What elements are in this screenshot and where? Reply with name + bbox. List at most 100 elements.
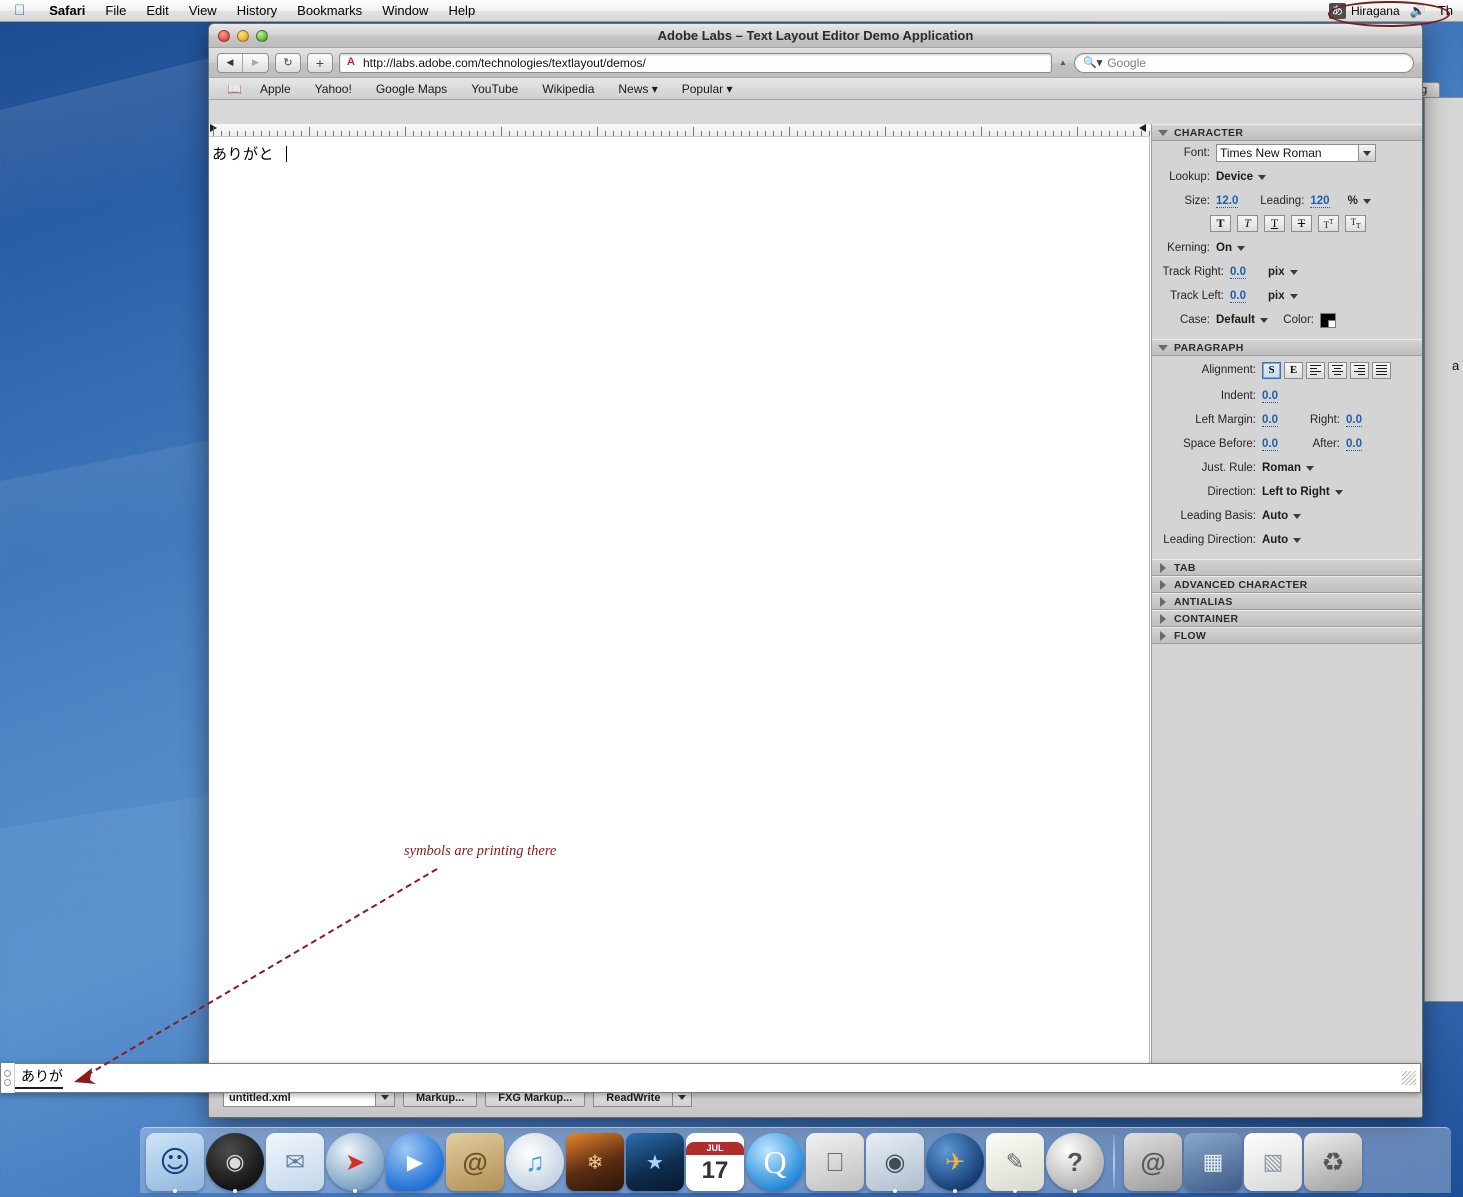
- book-icon[interactable]: 📖: [227, 82, 242, 96]
- plus-icon[interactable]: +: [307, 52, 333, 73]
- thunderbird-icon[interactable]: ✈: [926, 1133, 984, 1193]
- space-before-value[interactable]: 0.0: [1262, 438, 1278, 451]
- size-value[interactable]: 12.0: [1216, 195, 1239, 208]
- direction-value[interactable]: Left to Right: [1262, 486, 1330, 498]
- ichat-icon[interactable]: ▶: [386, 1133, 444, 1191]
- iphoto-icon[interactable]: ❄: [566, 1133, 624, 1191]
- menu-bar[interactable]:  Safari File Edit View History Bookmark…: [0, 0, 1463, 22]
- font-select[interactable]: Times New Roman: [1216, 144, 1376, 162]
- character-style-buttons[interactable]: T T T T TT TT: [1152, 213, 1422, 236]
- align-start-button[interactable]: S: [1262, 361, 1281, 379]
- bookmark-news[interactable]: News ▾: [606, 82, 669, 96]
- align-justify-button[interactable]: [1372, 361, 1391, 379]
- resize-grip-icon[interactable]: [1402, 1071, 1416, 1085]
- itunes-icon[interactable]: ♫: [506, 1133, 564, 1191]
- chevron-down-icon[interactable]: [1158, 129, 1168, 136]
- chevron-right-icon[interactable]: [1160, 613, 1166, 624]
- mail-stack-icon[interactable]: @: [1124, 1133, 1182, 1191]
- leading-basis-value[interactable]: Auto: [1262, 510, 1288, 522]
- chevron-down-icon[interactable]: [1289, 293, 1298, 299]
- bold-button[interactable]: T: [1210, 215, 1231, 232]
- right-margin-value[interactable]: 0.0: [1346, 414, 1362, 427]
- dock[interactable]: ☺ ◉ ✉ ➤ ▶ @ ♫ ❄ ★ JUL 17 Q  ◉ ✈ ✎ ?: [140, 1127, 1451, 1193]
- chevron-down-icon[interactable]: [1293, 537, 1302, 543]
- safari-window[interactable]: Adobe Labs – Text Layout Editor Demo App…: [208, 23, 1423, 1118]
- horizontal-ruler[interactable]: [209, 124, 1150, 137]
- ime-drag-handle[interactable]: [1, 1063, 15, 1093]
- ime-composition-bar[interactable]: ありが: [0, 1063, 1421, 1093]
- bookmarks-bar[interactable]: 📖 Apple Yahoo! Google Maps YouTube Wikip…: [209, 78, 1422, 100]
- system-preferences-icon[interactable]: : [806, 1133, 864, 1191]
- underline-button[interactable]: T: [1264, 215, 1285, 232]
- strikethrough-button[interactable]: T: [1291, 215, 1312, 232]
- menu-item-window[interactable]: Window: [372, 1, 438, 21]
- trash-icon[interactable]: ♻: [1304, 1133, 1362, 1191]
- window-title-bar[interactable]: Adobe Labs – Text Layout Editor Demo App…: [209, 24, 1422, 48]
- chevron-down-icon[interactable]: [1334, 489, 1343, 495]
- section-header-flow[interactable]: FLOW: [1152, 627, 1422, 644]
- chevron-down-icon[interactable]: [1158, 344, 1168, 351]
- dashboard-icon[interactable]: ◉: [206, 1133, 264, 1193]
- alignment-buttons[interactable]: S E: [1262, 361, 1391, 379]
- just-rule-value[interactable]: Roman: [1262, 462, 1301, 474]
- browser-toolbar[interactable]: ◀ ▶ ↻ + A http://labs.adobe.com/technolo…: [209, 48, 1422, 78]
- input-source-label[interactable]: Hiragana: [1351, 4, 1400, 18]
- editor-text[interactable]: ありがと: [209, 143, 1149, 164]
- italic-button[interactable]: T: [1237, 215, 1258, 232]
- chevron-down-icon[interactable]: [1259, 317, 1268, 323]
- forward-arrow-icon[interactable]: ▶: [243, 54, 268, 72]
- finder-icon[interactable]: ☺: [146, 1133, 204, 1193]
- align-center-button[interactable]: [1328, 361, 1347, 379]
- align-end-button[interactable]: E: [1284, 361, 1303, 379]
- ime-composition-text[interactable]: ありが: [15, 1067, 63, 1089]
- safari-icon[interactable]: ➤: [326, 1133, 384, 1193]
- speaker-icon[interactable]: 🔊: [1410, 3, 1426, 19]
- bookmark-youtube[interactable]: YouTube: [459, 82, 530, 96]
- imovie-icon[interactable]: ★: [626, 1133, 684, 1191]
- address-book-icon[interactable]: @: [446, 1133, 504, 1191]
- subscript-button[interactable]: TT: [1345, 215, 1366, 232]
- section-header-tab[interactable]: TAB: [1152, 559, 1422, 576]
- superscript-button[interactable]: TT: [1318, 215, 1339, 232]
- chevron-right-icon[interactable]: [1160, 630, 1166, 641]
- menu-item-safari[interactable]: Safari: [39, 1, 95, 21]
- chevron-down-icon[interactable]: [1293, 513, 1302, 519]
- menu-item-view[interactable]: View: [179, 1, 227, 21]
- menu-item-history[interactable]: History: [227, 1, 287, 21]
- hiragana-badge-icon[interactable]: あ: [1328, 2, 1346, 19]
- chevron-down-icon[interactable]: [1289, 269, 1298, 275]
- text-editor-canvas[interactable]: ありがと: [209, 137, 1150, 1082]
- quicktime-icon[interactable]: Q: [746, 1133, 804, 1191]
- section-header-container[interactable]: CONTAINER: [1152, 610, 1422, 627]
- chevron-right-icon[interactable]: [1160, 596, 1166, 607]
- section-header-paragraph[interactable]: PARAGRAPH: [1152, 339, 1422, 356]
- indent-value[interactable]: 0.0: [1262, 390, 1278, 403]
- color-swatch[interactable]: [1319, 312, 1336, 328]
- properties-panel[interactable]: CHARACTER Font: Times New Roman Lookup: …: [1151, 124, 1422, 1117]
- section-header-advanced-character[interactable]: ADVANCED CHARACTER: [1152, 576, 1422, 593]
- mail-icon[interactable]: ✉: [266, 1133, 324, 1191]
- menu-item-help[interactable]: Help: [438, 1, 485, 21]
- documents-stack-icon[interactable]: ▧: [1244, 1133, 1302, 1191]
- downloads-stack-icon[interactable]: ▦: [1184, 1133, 1242, 1191]
- align-left-button[interactable]: [1306, 361, 1325, 379]
- chevron-right-icon[interactable]: [1160, 562, 1166, 573]
- chevron-down-icon[interactable]: [1362, 198, 1371, 204]
- section-header-antialias[interactable]: ANTIALIAS: [1152, 593, 1422, 610]
- help-icon[interactable]: ?: [1046, 1133, 1104, 1193]
- ical-icon[interactable]: JUL 17: [686, 1133, 744, 1191]
- align-right-button[interactable]: [1350, 361, 1369, 379]
- navigation-buttons[interactable]: ◀ ▶: [217, 52, 269, 73]
- menu-item-file[interactable]: File: [95, 1, 136, 21]
- chevron-down-icon[interactable]: [1236, 245, 1245, 251]
- left-margin-value[interactable]: 0.0: [1262, 414, 1278, 427]
- textedit-icon[interactable]: ✎: [986, 1133, 1044, 1193]
- leading-direction-value[interactable]: Auto: [1262, 534, 1288, 546]
- menu-item-bookmarks[interactable]: Bookmarks: [287, 1, 372, 21]
- background-window-edge[interactable]: [1424, 97, 1463, 1002]
- leading-value[interactable]: 120: [1310, 195, 1330, 208]
- track-left-value[interactable]: 0.0: [1230, 290, 1246, 303]
- bookmark-popular[interactable]: Popular ▾: [670, 82, 745, 96]
- space-after-value[interactable]: 0.0: [1346, 438, 1362, 451]
- bookmark-apple[interactable]: Apple: [248, 82, 303, 96]
